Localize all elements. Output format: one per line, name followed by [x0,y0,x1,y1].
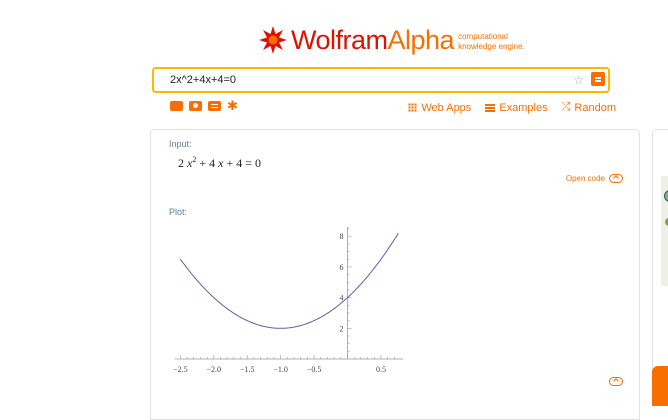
query-input[interactable] [170,72,570,88]
function-plot: −2.5 −2.0 −1.5 −1.0 −0.5 0.52468 [173,227,403,374]
random-link[interactable]: ⤮ Random [562,101,616,114]
logo-wordmark: WolframAlpha [291,25,455,55]
x-tick-label: −2.5 [173,365,188,374]
camera-icon[interactable] [189,101,202,111]
side-illustration [661,176,668,286]
x-tick-label: −0.5 [307,365,322,374]
x-tick-label: −2.0 [207,365,222,374]
logo-tagline: computational knowledge engine. [458,32,525,52]
random-label: Random [574,101,616,114]
examples-link[interactable]: Examples [485,101,548,114]
plot-pod: Plot: −2.5 −2.0 −1.5 −1.0 −0.5 0.5 2 4 6 8 [150,199,640,420]
cloud-icon [609,174,623,183]
keyboard-icon[interactable] [170,101,183,111]
wolfram-alpha-logo[interactable]: WolframAlpha computational knowledge eng… [258,24,525,56]
input-pod: Input: 2 x2 + 4 x + 4 = 0 Open code [150,129,640,201]
compute-button[interactable] [591,72,605,86]
y-tick-label: 6 [340,263,344,272]
search-bar: ☆ [152,67,610,93]
tagline-line-2: knowledge engine. [458,42,525,51]
x-tick-label: −1.0 [273,365,288,374]
web-apps-label: Web Apps [421,101,472,114]
list-icon[interactable] [208,101,221,111]
open-code-label: Open code [565,174,605,183]
web-apps-link[interactable]: Web Apps [408,102,471,114]
input-interpretation: 2 x2 + 4 x + 4 = 0 [178,155,261,170]
side-orange-tab[interactable] [652,366,668,406]
puzzle-icon[interactable]: ✱ [227,99,240,112]
side-card[interactable] [652,129,668,381]
open-code-link[interactable]: Open code [566,174,623,183]
tagline-line-1: computational [458,32,508,41]
header-links: Web Apps Examples ⤮ Random [408,101,616,114]
y-tick-label: 8 [340,232,344,241]
y-tick-label: 2 [340,324,344,333]
input-mode-toolbar: ✱ [170,99,240,112]
examples-label: Examples [499,101,548,114]
favorite-star-icon[interactable]: ☆ [573,72,584,88]
grid-icon [408,103,418,112]
x-tick-label: 0.5 [376,365,386,374]
x-tick-label: −1.5 [240,365,255,374]
cloud-download-icon[interactable] [609,377,623,386]
input-pod-title: Input: [169,139,192,149]
plot-pod-title: Plot: [169,207,188,217]
menu-lines-icon [485,103,496,112]
spikey-logo-icon [259,26,287,54]
function-curve [179,232,399,329]
shuffle-icon: ⤮ [561,101,571,113]
